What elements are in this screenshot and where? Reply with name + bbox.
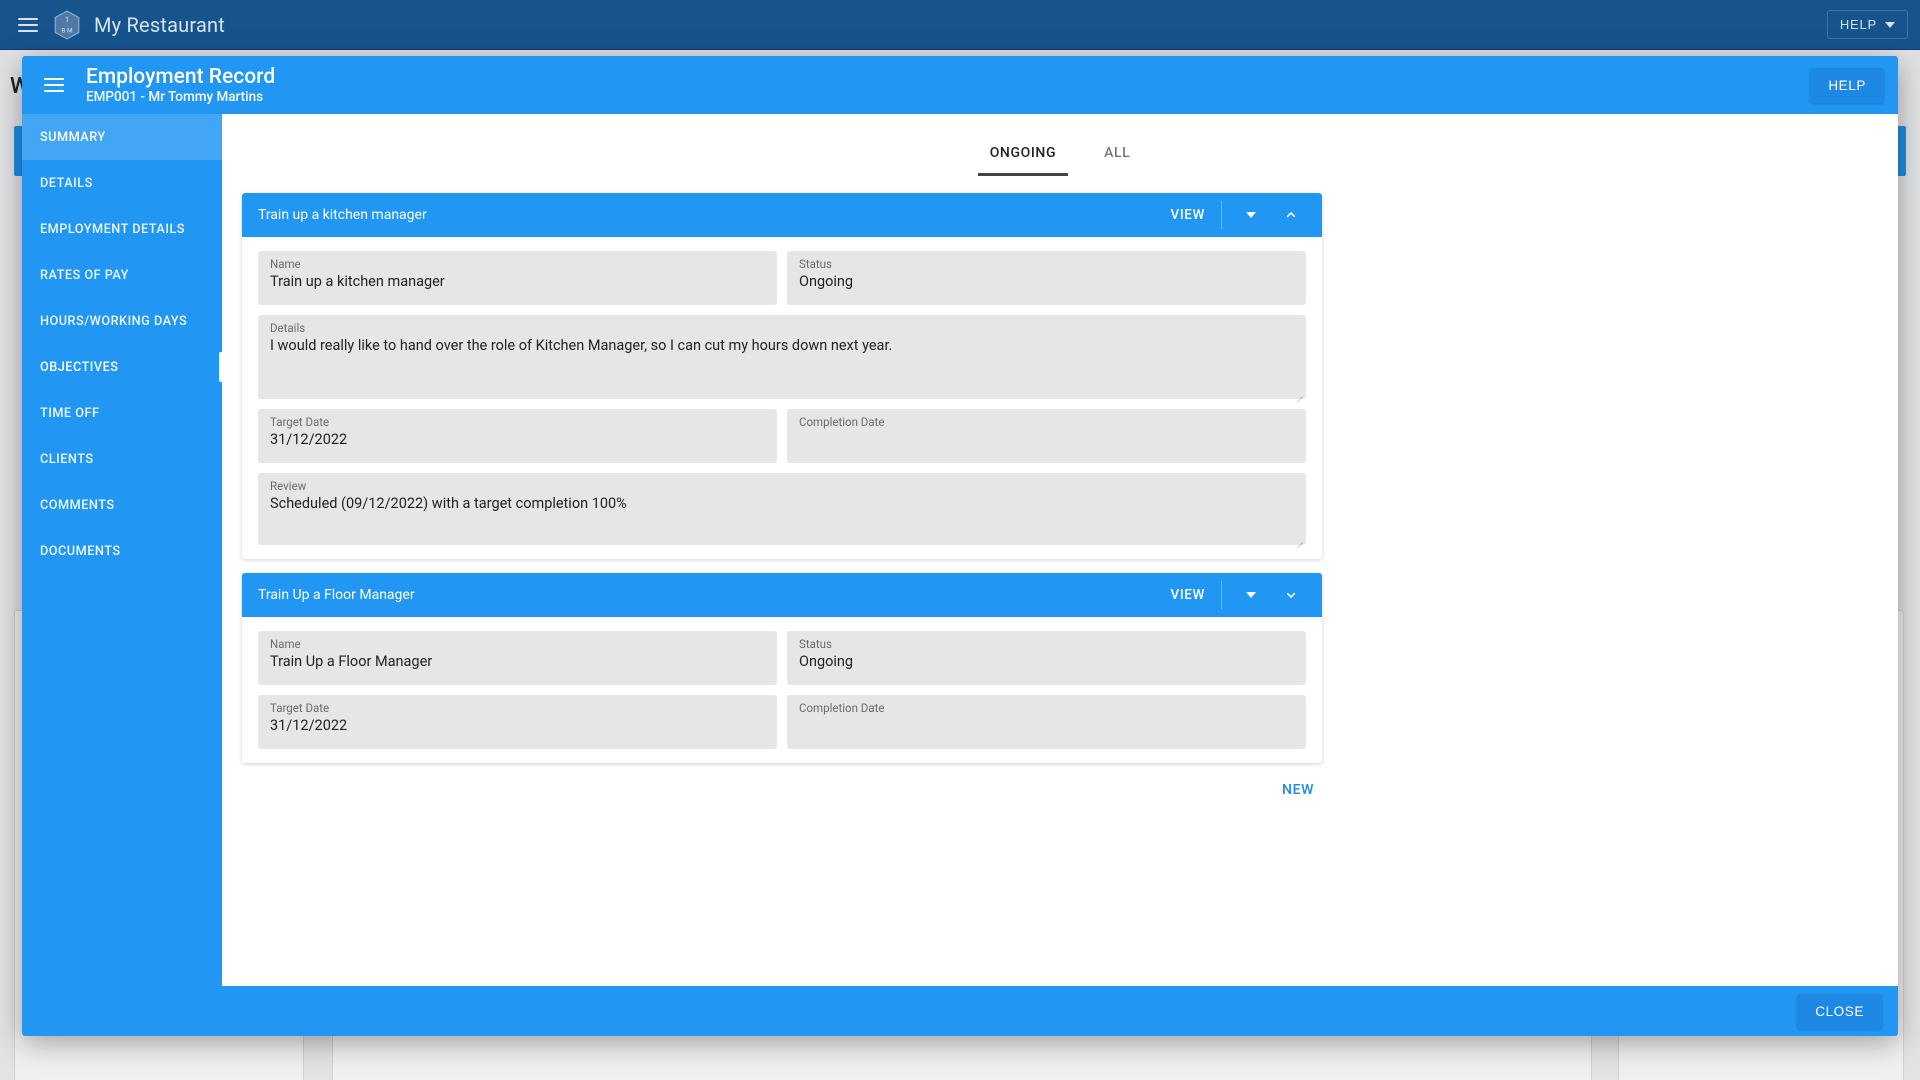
- field-status[interactable]: Status Ongoing: [787, 251, 1306, 305]
- modal-subtitle: EMP001 - Mr Tommy Martins: [86, 89, 275, 105]
- sidebar-item-label: RATES OF PAY: [40, 268, 129, 283]
- objective-collapse-button[interactable]: [1276, 200, 1306, 230]
- new-objective-button[interactable]: NEW: [1282, 782, 1314, 798]
- objective-more-button[interactable]: [1236, 580, 1266, 610]
- new-objective-link-wrap: NEW: [242, 777, 1322, 804]
- field-label: Completion Date: [799, 701, 1294, 715]
- objective-card: Train Up a Floor Manager VIEW Name: [242, 573, 1322, 763]
- field-value: Train up a kitchen manager: [270, 273, 765, 290]
- appbar: 1 B M My Restaurant HELP: [0, 0, 1920, 50]
- sidebar-item-comments[interactable]: COMMENTS: [22, 482, 222, 528]
- modal-header: Employment Record EMP001 - Mr Tommy Mart…: [22, 56, 1898, 114]
- field-value: Ongoing: [799, 273, 1294, 290]
- objective-expand-button[interactable]: [1276, 580, 1306, 610]
- field-status[interactable]: Status Ongoing: [787, 631, 1306, 685]
- field-label: Completion Date: [799, 415, 1294, 429]
- resize-handle-icon[interactable]: [1293, 387, 1303, 397]
- field-target-date[interactable]: Target Date 31/12/2022: [258, 409, 777, 463]
- svg-text:1: 1: [65, 14, 69, 23]
- chevron-down-icon: [1283, 587, 1299, 603]
- sidebar-item-employment-details[interactable]: EMPLOYMENT DETAILS: [22, 206, 222, 252]
- modal-menu-button[interactable]: [36, 67, 72, 103]
- sidebar-item-objectives[interactable]: OBJECTIVES: [22, 344, 222, 390]
- field-name[interactable]: Name Train Up a Floor Manager: [258, 631, 777, 685]
- modal-footer: CLOSE: [22, 986, 1898, 1036]
- objective-more-button[interactable]: [1236, 200, 1266, 230]
- sidebar-item-details[interactable]: DETAILS: [22, 160, 222, 206]
- appbar-help-button[interactable]: HELP: [1827, 10, 1908, 39]
- sidebar-item-summary[interactable]: SUMMARY: [22, 114, 222, 160]
- sidebar-item-label: TIME OFF: [40, 406, 99, 421]
- field-value: Scheduled (09/12/2022) with a target com…: [270, 495, 1294, 512]
- view-button[interactable]: VIEW: [1169, 201, 1207, 229]
- tab-ongoing[interactable]: ONGOING: [984, 145, 1062, 176]
- objective-card-header: Train Up a Floor Manager VIEW: [242, 573, 1322, 617]
- field-name[interactable]: Name Train up a kitchen manager: [258, 251, 777, 305]
- field-label: Details: [270, 321, 1294, 335]
- sidebar-item-label: COMMENTS: [40, 498, 115, 513]
- chevron-down-icon: [1246, 592, 1256, 598]
- field-value: Ongoing: [799, 653, 1294, 670]
- sidebar-item-label: HOURS/WORKING DAYS: [40, 314, 187, 329]
- sidebar-item-label: DETAILS: [40, 176, 93, 191]
- objective-card-header: Train up a kitchen manager VIEW: [242, 193, 1322, 237]
- view-button[interactable]: VIEW: [1169, 581, 1207, 609]
- field-value: Train Up a Floor Manager: [270, 653, 765, 670]
- field-value: I would really like to hand over the rol…: [270, 337, 1294, 354]
- chevron-down-icon: [1246, 212, 1256, 218]
- field-label: Target Date: [270, 701, 765, 715]
- sidebar-item-clients[interactable]: CLIENTS: [22, 436, 222, 482]
- field-label: Name: [270, 257, 765, 271]
- field-review[interactable]: Review Scheduled (09/12/2022) with a tar…: [258, 473, 1306, 545]
- field-label: Review: [270, 479, 1294, 493]
- chevron-down-icon: [1885, 22, 1895, 28]
- field-completion-date[interactable]: Completion Date: [787, 695, 1306, 749]
- field-completion-date[interactable]: Completion Date: [787, 409, 1306, 463]
- objectives-tabs: ONGOING ALL: [222, 122, 1898, 177]
- sidebar-item-label: CLIENTS: [40, 452, 94, 467]
- field-value: 31/12/2022: [270, 431, 765, 448]
- sidebar-item-label: EMPLOYMENT DETAILS: [40, 222, 185, 237]
- field-value: 31/12/2022: [270, 717, 765, 734]
- field-target-date[interactable]: Target Date 31/12/2022: [258, 695, 777, 749]
- field-details[interactable]: Details I would really like to hand over…: [258, 315, 1306, 399]
- app-logo: 1 B M: [54, 10, 80, 40]
- field-label: Status: [799, 637, 1294, 651]
- sidebar-item-label: OBJECTIVES: [40, 360, 118, 375]
- sidebar-item-rates-of-pay[interactable]: RATES OF PAY: [22, 252, 222, 298]
- modal-content: ONGOING ALL Train up a kitchen manager V…: [222, 114, 1898, 986]
- tab-all[interactable]: ALL: [1098, 145, 1136, 176]
- sidebar-item-hours-working-days[interactable]: HOURS/WORKING DAYS: [22, 298, 222, 344]
- close-button[interactable]: CLOSE: [1797, 994, 1882, 1029]
- hamburger-icon: [18, 18, 38, 32]
- sidebar-item-label: SUMMARY: [40, 130, 106, 145]
- sidebar-item-time-off[interactable]: TIME OFF: [22, 390, 222, 436]
- field-label: Target Date: [270, 415, 765, 429]
- sidebar-item-documents[interactable]: DOCUMENTS: [22, 528, 222, 574]
- modal-title: Employment Record: [86, 65, 275, 89]
- modal-sidebar: SUMMARY DETAILS EMPLOYMENT DETAILS RATES…: [22, 114, 222, 986]
- app-title: My Restaurant: [94, 13, 225, 37]
- appbar-help-label: HELP: [1840, 17, 1877, 32]
- app-menu-button[interactable]: [12, 9, 44, 41]
- field-label: Status: [799, 257, 1294, 271]
- objective-title: Train up a kitchen manager: [258, 207, 427, 223]
- chevron-up-icon: [1283, 207, 1299, 223]
- svg-text:B M: B M: [61, 26, 73, 34]
- sidebar-item-label: DOCUMENTS: [40, 544, 121, 559]
- employment-record-modal: Employment Record EMP001 - Mr Tommy Mart…: [22, 56, 1898, 1036]
- objective-card: Train up a kitchen manager VIEW Name: [242, 193, 1322, 559]
- hamburger-icon: [44, 78, 64, 92]
- resize-handle-icon[interactable]: [1293, 533, 1303, 543]
- objective-title: Train Up a Floor Manager: [258, 587, 415, 603]
- field-label: Name: [270, 637, 765, 651]
- modal-help-button[interactable]: HELP: [1810, 68, 1884, 103]
